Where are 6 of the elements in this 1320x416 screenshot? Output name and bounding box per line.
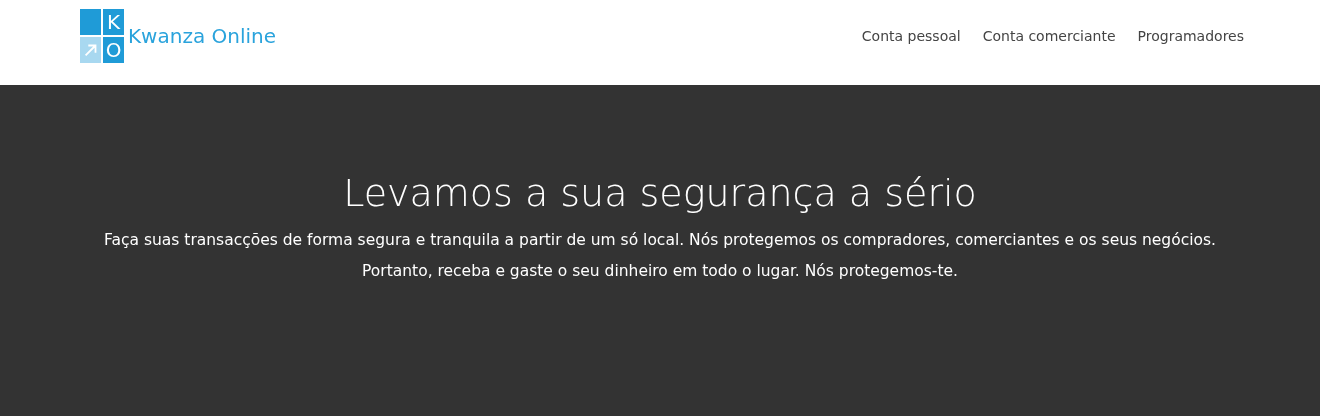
nav-link[interactable]: Conta pessoal (861, 27, 961, 44)
nav-link[interactable]: Conta comerciante (982, 27, 1116, 44)
nav-link[interactable]: Programadores (1137, 27, 1244, 44)
hero-description: Faça suas transacções de forma segura e tranquila a partir de um só local. Nós protegemos os compradores, comerciantes e os seus negócios. Portanto, receba e gaste o seu dinheiro em todo o lugar. Nós protegemos-te. (103, 230, 1217, 282)
hero-title: Levamos a sua segurança a sério (343, 171, 977, 215)
logo-icon: K O (80, 8, 124, 63)
